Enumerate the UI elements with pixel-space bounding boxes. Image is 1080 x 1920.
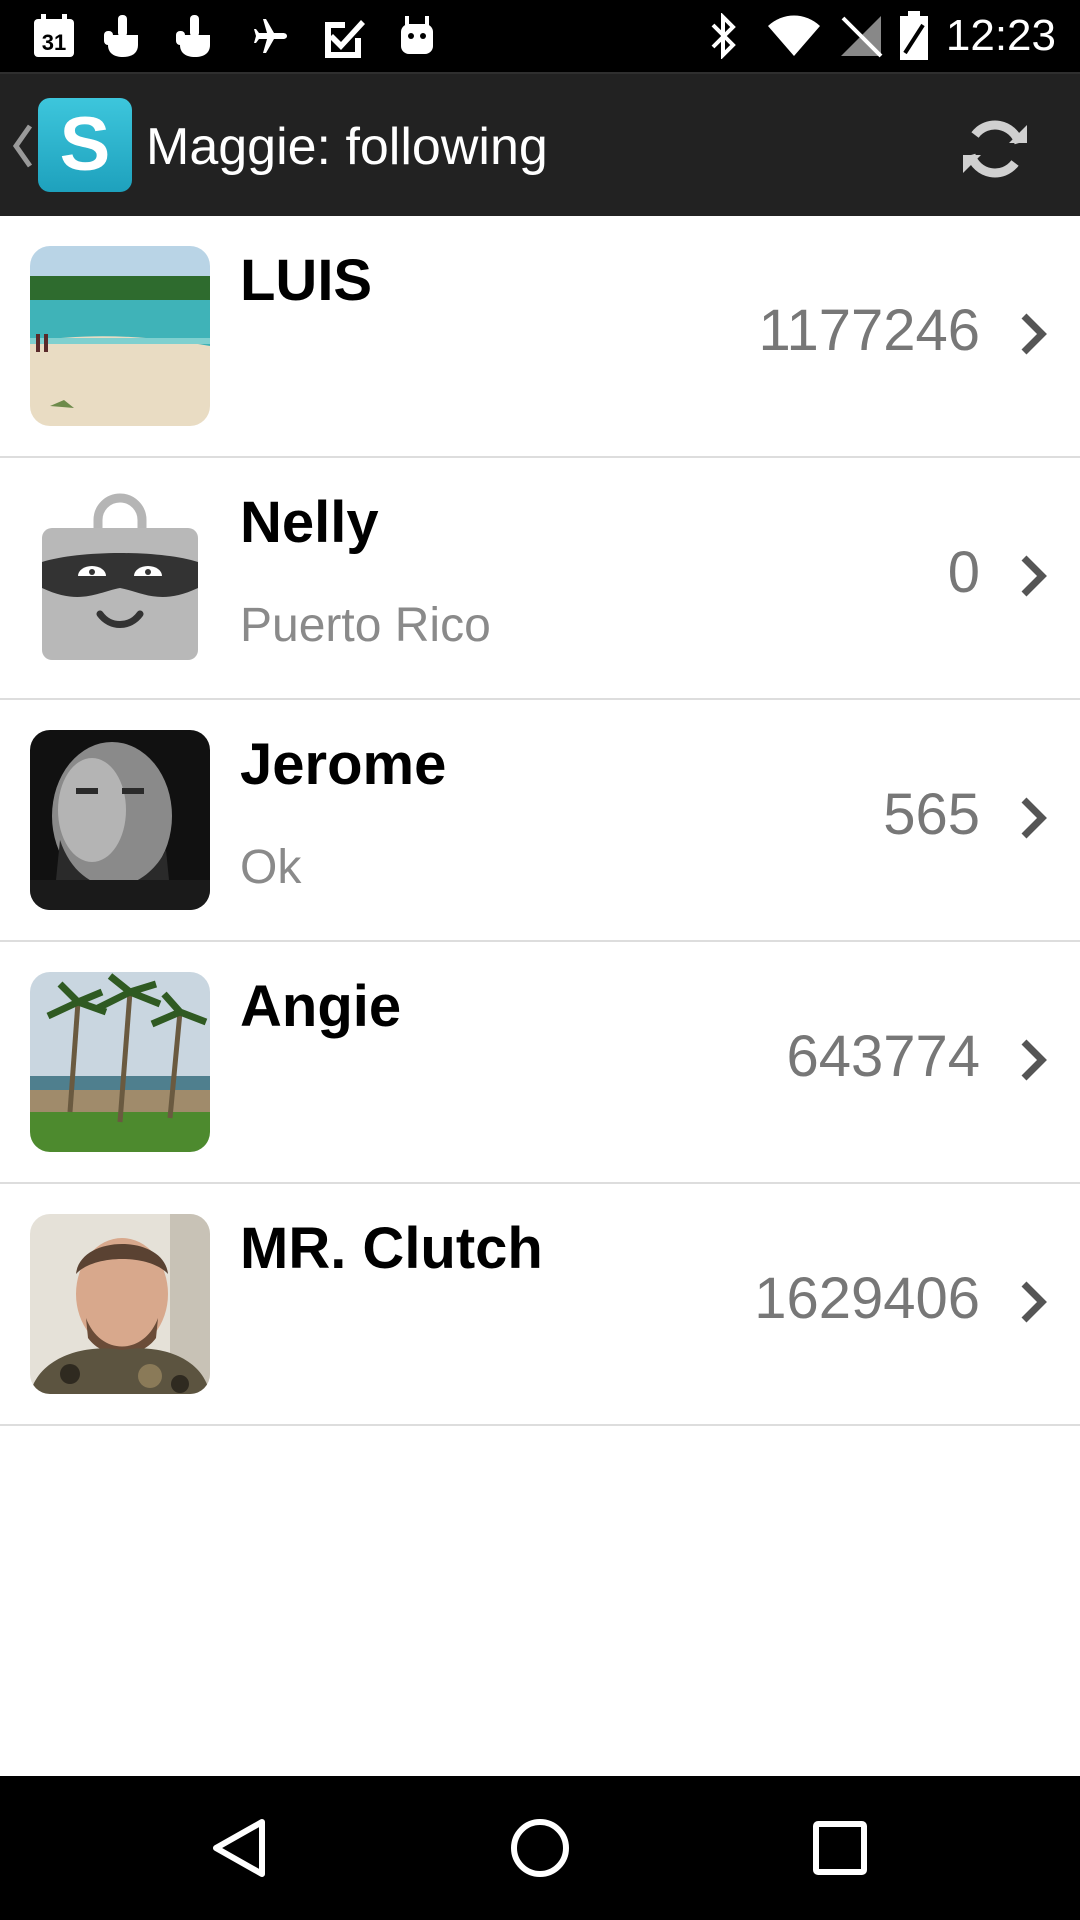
airplane-icon <box>246 12 296 60</box>
default-bandit-avatar <box>30 488 210 668</box>
avatar <box>30 730 210 910</box>
back-icon <box>213 1819 265 1877</box>
navigation-bar <box>0 1776 1080 1920</box>
user-count: 643774 <box>786 1024 980 1089</box>
avatar <box>30 1214 210 1394</box>
wifi-icon <box>764 12 824 60</box>
palm-trees-photo <box>30 972 210 1152</box>
list-item[interactable]: Jerome Ok 565 <box>0 700 1080 942</box>
list-item[interactable]: Angie 643774 <box>0 942 1080 1184</box>
user-count: 0 <box>947 540 980 605</box>
user-name: LUIS <box>240 248 373 313</box>
clock: 12:23 <box>945 11 1056 60</box>
chevron-right-icon <box>1018 1038 1048 1082</box>
no-signal-icon <box>836 12 886 60</box>
list-item[interactable]: MR. Clutch 1629406 <box>0 1184 1080 1426</box>
portrait-photo-bw <box>30 730 210 910</box>
user-name: Angie <box>240 974 402 1039</box>
user-name: Nelly <box>240 490 379 555</box>
bluetooth-icon <box>704 12 744 60</box>
chevron-right-icon <box>1018 554 1048 598</box>
hand-icon <box>98 12 148 60</box>
status-bar: 31 12:23 <box>0 0 1080 72</box>
user-location: Puerto Rico <box>240 599 491 652</box>
android-icon <box>392 12 442 60</box>
user-status: Ok <box>240 841 302 894</box>
action-bar: S Maggie: following <box>0 72 1080 216</box>
chevron-right-icon <box>1018 1280 1048 1324</box>
hand-icon <box>170 12 220 60</box>
avatar <box>30 488 210 668</box>
app-logo[interactable]: S <box>38 98 132 192</box>
recents-icon <box>813 1821 867 1875</box>
checkmark-icon <box>318 12 368 60</box>
list-item[interactable]: LUIS 1177246 <box>0 216 1080 458</box>
calendar-icon: 31 <box>28 12 80 60</box>
home-icon <box>511 1819 569 1877</box>
svg-text:31: 31 <box>42 30 66 55</box>
user-count: 1629406 <box>754 1266 980 1331</box>
up-caret-icon[interactable] <box>10 118 34 174</box>
avatar <box>30 246 210 426</box>
recents-button[interactable] <box>780 1798 900 1898</box>
home-button[interactable] <box>480 1798 600 1898</box>
user-name: Jerome <box>240 732 447 797</box>
user-name: MR. Clutch <box>240 1216 543 1281</box>
beach-photo <box>30 246 210 426</box>
portrait-photo-camo <box>30 1214 210 1394</box>
refresh-icon <box>963 120 1027 178</box>
chevron-right-icon <box>1018 312 1048 356</box>
user-count: 565 <box>883 782 980 847</box>
screen-title: Maggie: following <box>146 118 548 176</box>
list-item[interactable]: Nelly Puerto Rico 0 <box>0 458 1080 700</box>
refresh-button[interactable] <box>950 104 1040 194</box>
following-list: LUIS 1177246 Nelly Puerto Rico 0 Jerome … <box>0 216 1080 1426</box>
user-count: 1177246 <box>758 298 981 363</box>
back-button[interactable] <box>180 1798 300 1898</box>
battery-icon <box>896 11 932 60</box>
app-logo-letter: S <box>59 102 111 187</box>
avatar <box>30 972 210 1152</box>
chevron-right-icon <box>1018 796 1048 840</box>
